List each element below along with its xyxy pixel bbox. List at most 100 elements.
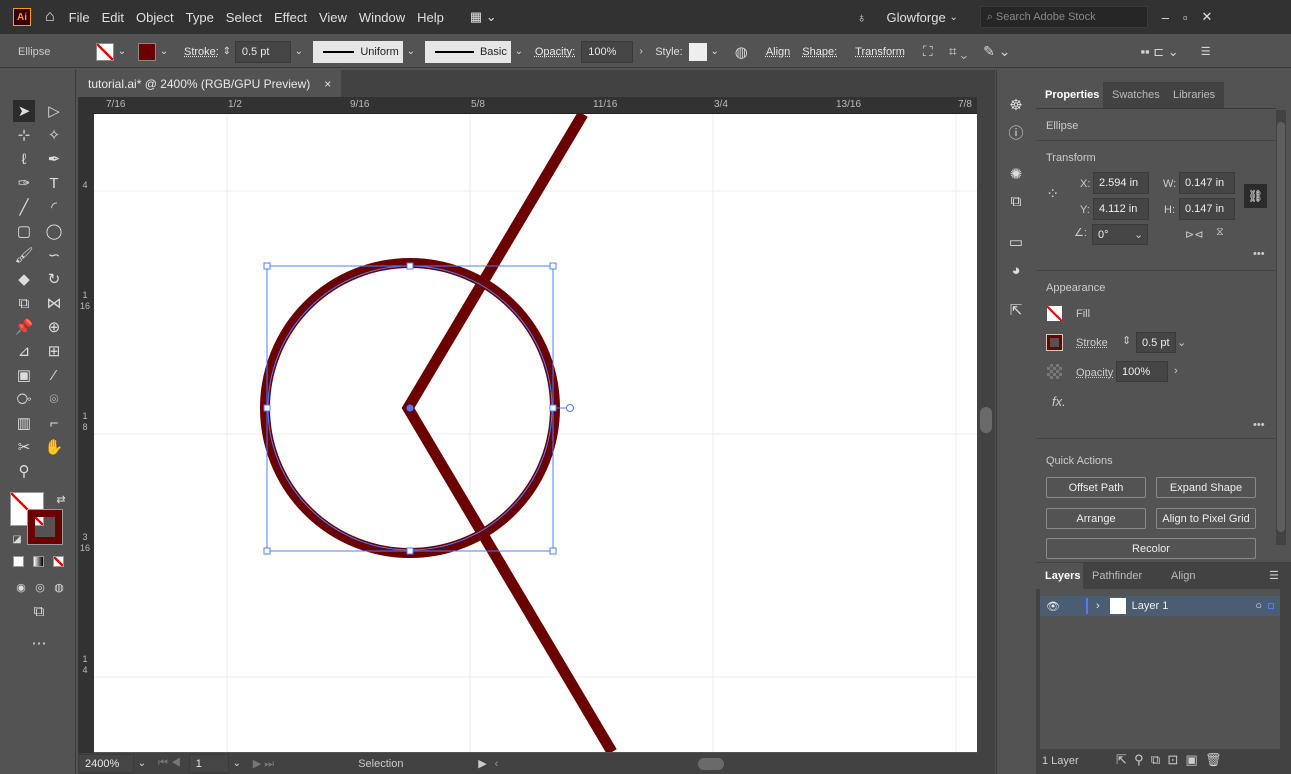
zoom-dropdown[interactable]: ⌄ bbox=[134, 758, 150, 769]
x-input[interactable]: 2.594 in bbox=[1093, 172, 1149, 194]
width-input[interactable]: 0.147 in bbox=[1179, 172, 1235, 194]
transparency-icon[interactable]: ◕ bbox=[1006, 260, 1026, 280]
align-link[interactable]: Align bbox=[766, 46, 790, 58]
more-options-icon[interactable]: ••• bbox=[1253, 248, 1265, 260]
puppet-warp-icon[interactable]: ✎ ⌄ bbox=[983, 43, 1010, 60]
navigator-icon[interactable]: ☸ bbox=[1006, 95, 1026, 115]
close-button[interactable]: ✕ bbox=[1202, 9, 1213, 25]
brush-definition[interactable]: Basic bbox=[424, 40, 511, 63]
fill-dropdown[interactable]: ⌄ bbox=[114, 46, 130, 57]
arrange-icon[interactable]: ▪▪ ⊏ ⌄ bbox=[1140, 44, 1178, 60]
tab-layers[interactable]: Layers bbox=[1036, 563, 1090, 589]
symbol-sprayer-tool[interactable]: ⌾ bbox=[43, 388, 65, 410]
menu-select[interactable]: Select bbox=[226, 10, 262, 25]
eyedropper-tool[interactable]: ⁄ bbox=[43, 364, 65, 386]
resize-handle[interactable] bbox=[406, 547, 414, 555]
transform-link[interactable]: Transform bbox=[855, 46, 905, 58]
tab-align[interactable]: Align bbox=[1162, 563, 1205, 589]
menu-effect[interactable]: Effect bbox=[274, 10, 307, 25]
artboard-tool[interactable]: ⌐ bbox=[43, 412, 65, 434]
curvature-tool[interactable]: ✑ bbox=[13, 172, 35, 194]
expand-shape-button[interactable]: Expand Shape bbox=[1156, 477, 1256, 498]
vertical-ruler[interactable]: 4 1 16 1 8 3 16 1 4 bbox=[78, 97, 94, 753]
tab-pathfinder[interactable]: Pathfinder bbox=[1083, 563, 1152, 589]
constrain-proportions-icon[interactable]: ⛓ bbox=[1244, 184, 1267, 208]
scroll-thumb[interactable] bbox=[980, 407, 992, 433]
graph-tool[interactable]: ▥ bbox=[13, 412, 35, 434]
status-tool-label[interactable]: Selection bbox=[358, 758, 478, 770]
group-selection-tool[interactable]: ⊹ bbox=[13, 124, 35, 146]
gradient-tool[interactable]: ▣ bbox=[13, 364, 35, 386]
isolate-icon[interactable]: ⛶ bbox=[923, 43, 933, 60]
pen-tool[interactable]: ✒ bbox=[43, 148, 65, 170]
screen-mode-icon[interactable]: ⧉ bbox=[28, 600, 50, 622]
rectangle-tool[interactable]: ▢ bbox=[13, 220, 35, 242]
ellipse-tool[interactable]: ◯ bbox=[43, 220, 65, 242]
tab-swatches[interactable]: Swatches bbox=[1103, 82, 1169, 108]
default-colors-icon[interactable]: ◪ bbox=[6, 528, 28, 550]
swap-colors-icon[interactable]: ⇄ bbox=[50, 488, 72, 510]
resize-handle[interactable] bbox=[406, 262, 414, 270]
arrange-documents-icon[interactable]: ▦ ⌄ bbox=[470, 9, 497, 25]
resize-handle[interactable] bbox=[263, 404, 271, 412]
draw-inside-icon[interactable]: ◍ bbox=[48, 576, 70, 598]
tab-properties[interactable]: Properties bbox=[1036, 82, 1109, 108]
y-input[interactable]: 4.112 in bbox=[1093, 198, 1149, 220]
edit-toolbar-icon[interactable]: ⋯ bbox=[28, 632, 50, 654]
opacity-input[interactable]: 100% bbox=[1116, 361, 1168, 382]
stroke-color-box[interactable] bbox=[27, 509, 63, 545]
profile-dropdown[interactable]: ⌄ bbox=[403, 46, 419, 57]
mesh-tool[interactable]: ⊞ bbox=[43, 340, 65, 362]
stroke-weight-input[interactable]: 0.5 pt bbox=[1136, 332, 1176, 353]
resize-handle[interactable] bbox=[549, 547, 557, 555]
gradient-panel-icon[interactable]: ▭ bbox=[1006, 232, 1026, 252]
menu-window[interactable]: Window bbox=[359, 10, 405, 25]
artboard-number-input[interactable]: 1 bbox=[188, 754, 229, 773]
stroke-label[interactable]: Stroke bbox=[1076, 337, 1108, 349]
visibility-eye-icon[interactable]: 👁 bbox=[1046, 600, 1060, 613]
first-artboard-button[interactable]: ⏮ ◀ bbox=[158, 757, 181, 770]
opacity-arrow[interactable]: › bbox=[1174, 365, 1178, 377]
resize-handle[interactable] bbox=[263, 547, 271, 555]
panel-scrollbar[interactable] bbox=[1276, 110, 1286, 545]
fill-swatch[interactable] bbox=[96, 42, 114, 61]
stroke-dropdown[interactable]: ⌄ bbox=[156, 46, 172, 57]
lasso-tool[interactable]: ℓ bbox=[13, 148, 35, 170]
next-artboard-button[interactable]: ▶ ⏭ bbox=[253, 757, 274, 771]
opacity-arrow[interactable]: › bbox=[633, 46, 649, 57]
symbols-icon[interactable]: ⧉ bbox=[1006, 191, 1026, 211]
export-icon[interactable]: ⇱ bbox=[1006, 300, 1026, 320]
stroke-stepper[interactable]: ⇕ bbox=[219, 46, 235, 57]
align-to-pixel-grid-button[interactable]: Align to Pixel Grid bbox=[1156, 508, 1256, 529]
fill-swatch[interactable] bbox=[1047, 306, 1062, 321]
hand-tool[interactable]: ✋ bbox=[43, 436, 65, 458]
close-tab-icon[interactable]: × bbox=[324, 77, 331, 91]
line-tool[interactable]: ╱ bbox=[13, 196, 35, 218]
slice-tool[interactable]: ✂ bbox=[13, 436, 35, 458]
tab-libraries[interactable]: Libraries bbox=[1164, 82, 1225, 108]
graphic-style-swatch[interactable] bbox=[688, 42, 707, 61]
artboard-canvas[interactable] bbox=[94, 111, 977, 755]
menu-view[interactable]: View bbox=[319, 10, 347, 25]
reference-point-icon[interactable]: ⁘ bbox=[1046, 184, 1059, 204]
resize-handle[interactable] bbox=[549, 262, 557, 270]
angle-path[interactable] bbox=[401, 111, 617, 755]
workspace-switcher[interactable]: Glowforge bbox=[886, 10, 945, 25]
chevron-down-icon[interactable]: ⌄ bbox=[1134, 228, 1143, 241]
horizontal-ruler[interactable]: 7/16 1/2 9/16 5/8 11/16 3/4 13/16 7/8 bbox=[94, 97, 977, 114]
brushes-icon[interactable]: ✺ bbox=[1006, 164, 1026, 184]
pin-tool[interactable]: 📌 bbox=[13, 316, 35, 338]
vertical-scrollbar[interactable] bbox=[977, 97, 995, 753]
arrange-button[interactable]: Arrange bbox=[1046, 508, 1146, 529]
lightbulb-icon[interactable]: ♁ bbox=[857, 10, 867, 25]
recolor-button[interactable]: Recolor bbox=[1046, 538, 1256, 559]
artboard-dropdown[interactable]: ⌄ bbox=[229, 758, 245, 769]
fx-button[interactable]: fx. bbox=[1052, 394, 1066, 409]
opacity-input[interactable]: 100% bbox=[581, 40, 634, 63]
scale-tool[interactable]: ⧉ bbox=[13, 292, 35, 314]
brush-dropdown[interactable]: ⌄ bbox=[511, 46, 527, 57]
layer-row[interactable]: 👁 › Layer 1 ○ bbox=[1040, 596, 1280, 616]
panel-menu-icon[interactable]: ☰ bbox=[1269, 569, 1279, 582]
flip-horizontal-icon[interactable]: ⊳⊲ bbox=[1185, 228, 1203, 241]
eraser-tool[interactable]: ◆ bbox=[13, 268, 35, 290]
